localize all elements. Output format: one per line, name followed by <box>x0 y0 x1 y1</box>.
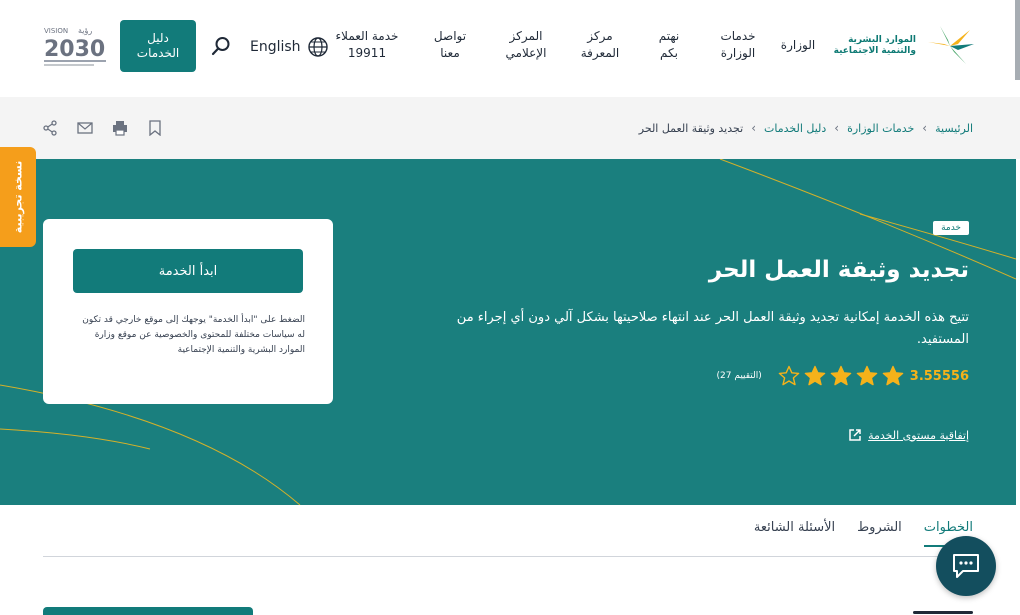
language-label: English <box>250 39 301 55</box>
tabs-divider <box>43 556 973 557</box>
service-tabs: الخطوات الشروط الأسئلة الشائعة <box>754 520 973 547</box>
nav-ministry-services[interactable]: خدمات الوزارة <box>702 28 774 62</box>
vision-2030-logo: VISION رؤية 2030 <box>44 26 106 66</box>
main-nav: الوزارة خدمات الوزارة نهتم بكم مركز المع… <box>322 28 822 62</box>
nav-ministry[interactable]: الوزارة <box>774 37 822 54</box>
language-switch[interactable]: English <box>250 36 329 58</box>
share-icon[interactable] <box>42 120 58 136</box>
site-header: الموارد البشرية والتنمية الاجتماعية الوز… <box>0 0 1020 97</box>
chevron-left-icon: ‹ <box>834 121 840 135</box>
chat-button[interactable] <box>936 536 996 596</box>
bookmark-icon[interactable] <box>147 120 163 136</box>
external-site-note: الضغط على "ابدأ الخدمة" يوجهك إلى موقع خ… <box>82 315 305 355</box>
rating-count: (التقييم 27) <box>716 371 762 381</box>
nav-we-care[interactable]: نهتم بكم <box>636 28 702 62</box>
globe-icon <box>307 37 328 57</box>
tab-conditions[interactable]: الشروط <box>857 520 902 547</box>
rating-stars <box>778 365 904 387</box>
tab-faq[interactable]: الأسئلة الشائعة <box>754 520 835 547</box>
breadcrumb-ministry-services[interactable]: خدمات الوزارة <box>847 122 914 135</box>
sla-link-label: إتفاقية مستوى الخدمة <box>868 428 969 442</box>
svg-text:2030: 2030 <box>44 37 105 62</box>
ministry-logo[interactable]: الموارد البشرية والتنمية الاجتماعية <box>834 24 976 68</box>
chevron-left-icon: ‹ <box>751 121 756 135</box>
nav-knowledge-center[interactable]: مركز المعرفة <box>564 28 636 62</box>
page-tools <box>42 120 163 136</box>
rating-value: 3.55556 <box>909 368 969 384</box>
service-tag: خدمة <box>933 221 969 235</box>
logo-line-1: الموارد البشرية <box>848 35 916 45</box>
star-icon[interactable] <box>830 365 852 387</box>
nav-contact-us[interactable]: تواصل معنا <box>412 28 488 62</box>
sla-link[interactable]: إتفاقية مستوى الخدمة <box>848 428 969 442</box>
page-title: تجديد وثيقة العمل الحر <box>708 257 969 283</box>
page-scrollbar[interactable] <box>1015 0 1020 80</box>
breadcrumb-current: تجديد وثيقة العمل الحر <box>638 121 744 135</box>
service-hero: خدمة تجديد وثيقة العمل الحر تتيح هذه الخ… <box>0 159 1016 505</box>
logo-line-2: والتنمية الاجتماعية <box>833 46 916 56</box>
service-description: تتيح هذه الخدمة إمكانية تجديد وثيقة العم… <box>456 310 969 347</box>
trial-version-badge[interactable]: نسخة تجريبية <box>0 147 36 247</box>
services-guide-button[interactable]: دليل الخدمات <box>120 20 196 72</box>
star-icon[interactable] <box>882 365 904 387</box>
star-icon[interactable] <box>804 365 826 387</box>
search-icon[interactable] <box>210 35 232 57</box>
star-icon[interactable] <box>778 365 800 387</box>
svg-text:VISION: VISION <box>44 27 68 35</box>
section-heading-partial <box>913 603 973 615</box>
breadcrumb-home[interactable]: الرئيسية <box>935 122 973 135</box>
service-rating: 3.55556 (التقييم 27) <box>716 365 969 387</box>
star-icon[interactable] <box>856 365 878 387</box>
chevron-left-icon: ‹ <box>922 121 928 135</box>
breadcrumb-services-guide[interactable]: دليل الخدمات <box>764 122 826 135</box>
start-service-button[interactable]: ابدأ الخدمة <box>73 249 303 293</box>
external-link-icon <box>849 429 861 441</box>
print-icon[interactable] <box>112 120 128 136</box>
trial-version-label: نسخة تجريبية <box>11 160 25 234</box>
mail-icon[interactable] <box>77 120 93 136</box>
nav-customer-service[interactable]: خدمة العملاء 19911 <box>322 28 412 62</box>
chat-icon <box>953 554 979 578</box>
bottom-action-button[interactable] <box>43 607 253 615</box>
start-service-card: ابدأ الخدمة الضغط على "ابدأ الخدمة" يوجه… <box>43 219 333 404</box>
nav-media-center[interactable]: المركز الإعلامي <box>488 28 564 62</box>
breadcrumb: الرئيسية ‹ خدمات الوزارة ‹ دليل الخدمات … <box>639 121 973 135</box>
logo-mark-icon <box>928 26 974 64</box>
svg-text:رؤية: رؤية <box>78 26 92 35</box>
